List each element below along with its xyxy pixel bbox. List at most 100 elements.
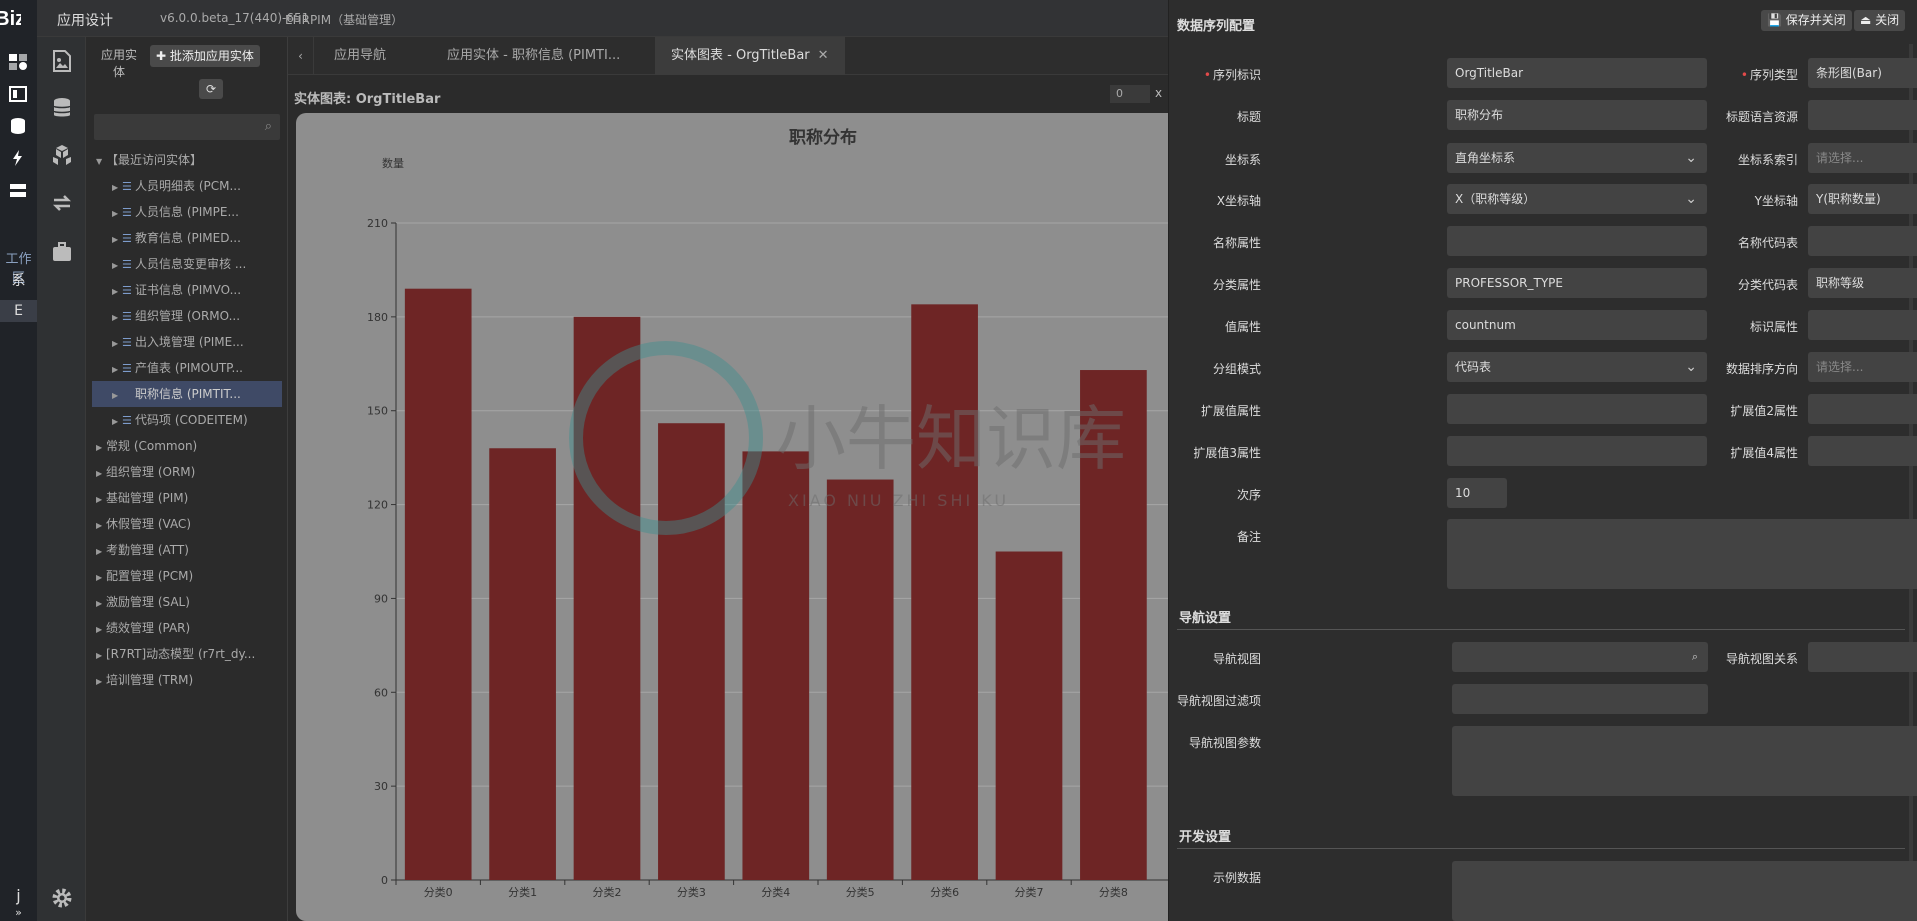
- dashboard-icon[interactable]: [8, 53, 28, 71]
- batch-add-entity-button[interactable]: ✚ 批添加应用实体: [150, 45, 260, 67]
- label-text: 序列标识: [1212, 68, 1261, 82]
- field-value: 职称等级: [1816, 276, 1865, 290]
- gear-icon[interactable]: [50, 886, 74, 910]
- board-icon[interactable]: [8, 85, 28, 103]
- remark-textarea[interactable]: [1447, 519, 1917, 589]
- tree-item[interactable]: ▶ 职称信息 (PIMTIT...: [92, 381, 282, 407]
- caret-right-icon[interactable]: ▶: [96, 461, 106, 485]
- tree-item[interactable]: ▶ ☰ 产值表 (PIMOUTP...: [92, 355, 282, 381]
- series-id-field[interactable]: OrgTitleBar: [1447, 58, 1707, 88]
- briefcase-icon[interactable]: [50, 240, 74, 264]
- tree-item[interactable]: ▶ 培训管理 (TRM): [92, 667, 282, 693]
- tree-item[interactable]: ▶ ☰ 代码项 (CODEITEM): [92, 407, 282, 433]
- cat-attr-field[interactable]: PROFESSOR_TYPE: [1447, 268, 1707, 298]
- close-button[interactable]: ⏏ 关闭: [1854, 10, 1906, 31]
- id-attr-field[interactable]: [1808, 310, 1917, 340]
- save-and-close-button[interactable]: 💾 保存并关闭: [1761, 10, 1852, 31]
- j-label[interactable]: j: [0, 886, 37, 905]
- tab-entity[interactable]: 应用实体 - 职称信息 (PIMTI...: [431, 37, 636, 75]
- caret-right-icon[interactable]: ▶: [112, 331, 122, 355]
- ext3-field[interactable]: [1447, 436, 1707, 466]
- caret-right-icon[interactable]: ▶: [96, 617, 106, 641]
- caret-right-icon[interactable]: ▶: [112, 201, 122, 225]
- nav-view-filter-field[interactable]: [1452, 684, 1708, 714]
- tree-item[interactable]: ▶ ☰ 人员明细表 (PCM...: [92, 173, 282, 199]
- caret-right-icon[interactable]: ▶: [96, 669, 106, 693]
- collapse-icon[interactable]: »: [0, 906, 37, 919]
- e-label[interactable]: E: [0, 300, 37, 322]
- zoom-input[interactable]: 0: [1110, 85, 1150, 103]
- name-attr-field[interactable]: [1447, 226, 1707, 256]
- caret-right-icon[interactable]: ▶: [96, 513, 106, 537]
- nav-view-field[interactable]: ⌕: [1452, 642, 1708, 672]
- caret-right-icon[interactable]: ▶: [112, 279, 122, 303]
- tree-search-input[interactable]: ⌕: [94, 114, 280, 140]
- refresh-button[interactable]: ⟳: [199, 79, 223, 99]
- nav-view-params-textarea[interactable]: [1452, 726, 1917, 796]
- tree-item[interactable]: ▶ 配置管理 (PCM): [92, 563, 282, 589]
- tree-item[interactable]: ▶ ☰ 出入境管理 (PIME...: [92, 329, 282, 355]
- caret-right-icon[interactable]: ▶: [112, 253, 122, 277]
- tree-item[interactable]: ▶ 绩效管理 (PAR): [92, 615, 282, 641]
- system-name[interactable]: EHRPIM（基础管理）: [285, 11, 403, 28]
- nav-view-relation-field[interactable]: ⌕: [1808, 642, 1917, 672]
- image-file-icon[interactable]: [50, 49, 74, 73]
- coord-idx-field[interactable]: 请选择...⌄: [1808, 143, 1917, 173]
- tree-item[interactable]: ▶ 组织管理 (ORM): [92, 459, 282, 485]
- caret-right-icon[interactable]: ▶: [112, 305, 122, 329]
- caret-down-icon[interactable]: ▼: [96, 149, 106, 173]
- tree-item[interactable]: ▶ ☰ 教育信息 (PIMED...: [92, 225, 282, 251]
- cubes-icon[interactable]: [50, 143, 74, 167]
- cat-code-field[interactable]: 职称等级⌕: [1808, 268, 1917, 298]
- tree-item[interactable]: ▶ ☰ 人员信息变更审核 ...: [92, 251, 282, 277]
- caret-right-icon[interactable]: ▶: [96, 487, 106, 511]
- val-attr-field[interactable]: countnum: [1447, 310, 1707, 340]
- series-type-field[interactable]: 条形图(Bar)⌄: [1808, 58, 1917, 88]
- tree-item[interactable]: ▶ 基础管理 (PIM): [92, 485, 282, 511]
- tree-item-label: 考勤管理 (ATT): [106, 543, 189, 557]
- title-res-field[interactable]: ⌕: [1808, 100, 1917, 130]
- sort-field[interactable]: 请选择...⌄: [1808, 352, 1917, 382]
- sample-data-textarea[interactable]: [1452, 861, 1917, 921]
- coord-field[interactable]: 直角坐标系 ⌄: [1447, 143, 1707, 173]
- watermark-subtext: XIAO NIU ZHI SHI KU: [788, 491, 1009, 510]
- yaxis-field[interactable]: Y(职称数量)⌄: [1808, 184, 1917, 214]
- close-tab-icon[interactable]: ✕: [818, 48, 829, 63]
- system-label[interactable]: 系: [0, 270, 37, 290]
- caret-right-icon[interactable]: ▶: [96, 539, 106, 563]
- tree-item[interactable]: ▶ 激励管理 (SAL): [92, 589, 282, 615]
- name-code-field[interactable]: ⌕: [1808, 226, 1917, 256]
- exchange-icon[interactable]: [50, 191, 74, 215]
- caret-right-icon[interactable]: ▶: [96, 565, 106, 589]
- tree-item[interactable]: ▶ 休假管理 (VAC): [92, 511, 282, 537]
- ext2-field[interactable]: [1808, 394, 1917, 424]
- tree-item[interactable]: ▶ ☰ 证书信息 (PIMVO...: [92, 277, 282, 303]
- caret-right-icon[interactable]: ▶: [112, 409, 122, 433]
- caret-right-icon[interactable]: ▶: [96, 435, 106, 459]
- title-field[interactable]: 职称分布: [1447, 100, 1707, 130]
- caret-right-icon[interactable]: ▶: [112, 175, 122, 199]
- ext1-field[interactable]: [1447, 394, 1707, 424]
- database-icon[interactable]: [50, 96, 74, 120]
- tree-item[interactable]: ▶ 常规 (Common): [92, 433, 282, 459]
- caret-right-icon[interactable]: ▶: [112, 383, 122, 407]
- group-field[interactable]: 代码表 ⌄: [1447, 352, 1707, 382]
- database-icon[interactable]: [8, 117, 28, 135]
- caret-right-icon[interactable]: ▶: [112, 357, 122, 381]
- tab-entity-chart[interactable]: 实体图表 - OrgTitleBar ✕: [655, 37, 845, 75]
- order-field[interactable]: 10: [1447, 478, 1507, 508]
- xaxis-field[interactable]: X（职称等级） ⌄: [1447, 184, 1707, 214]
- flash-icon[interactable]: [8, 149, 28, 167]
- caret-right-icon[interactable]: ▶: [112, 227, 122, 251]
- caret-right-icon[interactable]: ▶: [96, 591, 106, 615]
- server-icon[interactable]: [8, 182, 28, 200]
- tab-app-nav[interactable]: 应用导航: [318, 37, 402, 75]
- tree-item[interactable]: ▶ ☰ 人员信息 (PIMPE...: [92, 199, 282, 225]
- tree-item[interactable]: ▶ ☰ 组织管理 (ORMO...: [92, 303, 282, 329]
- tree-item[interactable]: ▶ [R7RT]动态模型 (r7rt_dy...: [92, 641, 282, 667]
- ext4-field[interactable]: [1808, 436, 1917, 466]
- caret-right-icon[interactable]: ▶: [96, 643, 106, 667]
- tab-scroll-left-icon[interactable]: ‹: [288, 37, 314, 75]
- tree-item[interactable]: ▼ 【最近访问实体】: [92, 147, 282, 173]
- tree-item[interactable]: ▶ 考勤管理 (ATT): [92, 537, 282, 563]
